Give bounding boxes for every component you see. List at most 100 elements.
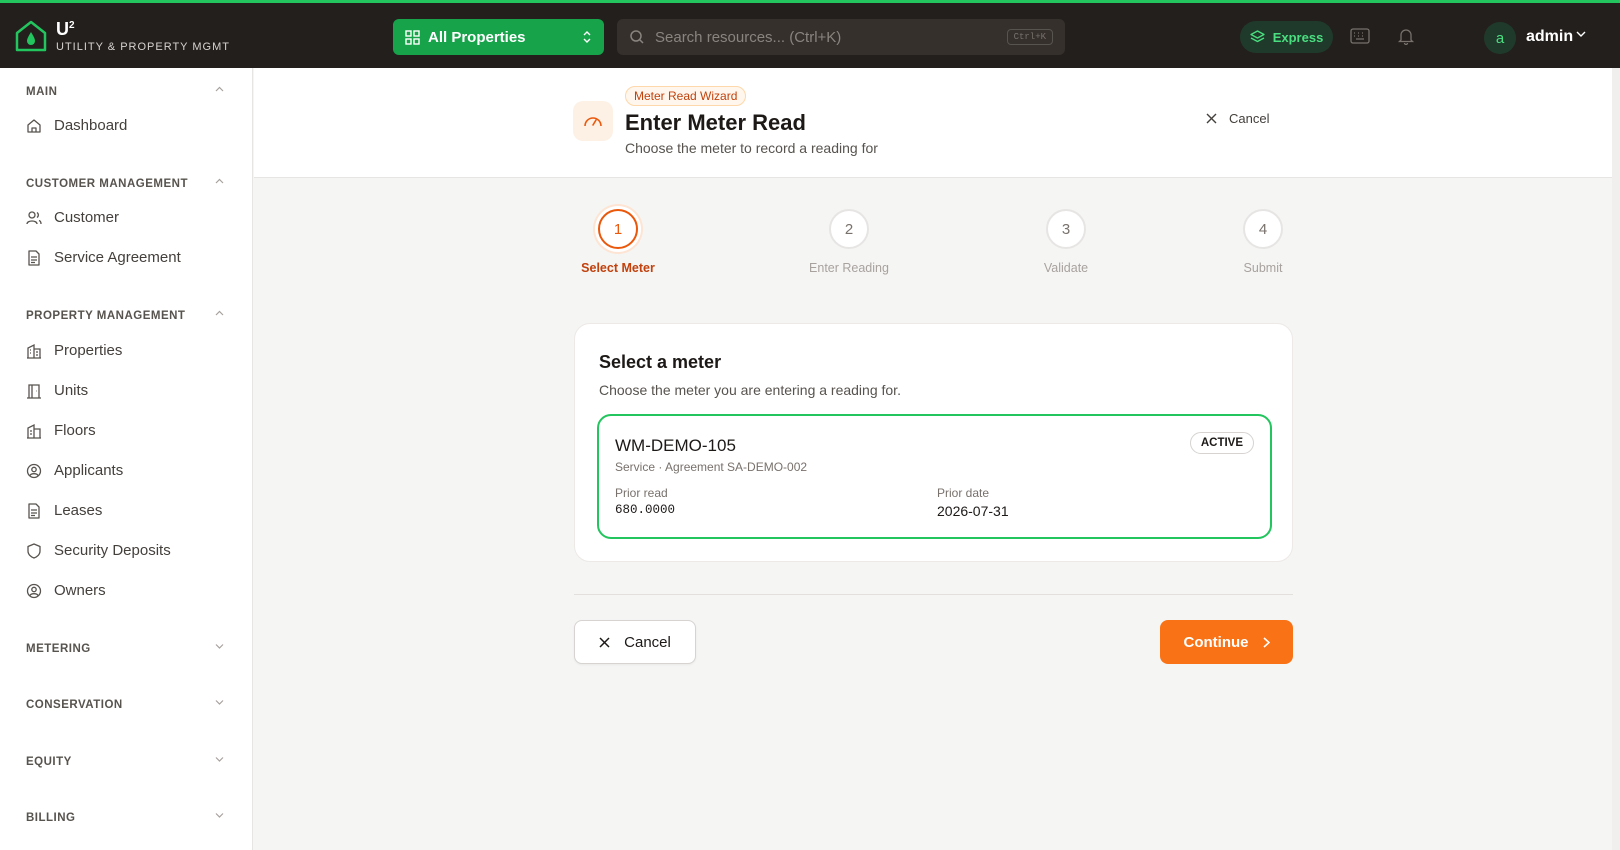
search-input[interactable] — [655, 28, 1007, 46]
user-circle-icon — [26, 583, 42, 598]
door-icon — [27, 383, 41, 399]
header-cancel-button[interactable]: Cancel — [1206, 111, 1269, 126]
chevron-down-icon[interactable] — [1576, 31, 1586, 38]
sidebar-item-applicants[interactable]: Applicants — [26, 462, 123, 479]
sidebar-item-security-deposits[interactable]: Security Deposits — [26, 542, 171, 559]
step-label: Select Meter — [581, 261, 655, 275]
sidebar-item-label: Applicants — [54, 462, 124, 479]
prior-read-label: Prior read — [615, 486, 668, 500]
section-title: BILLING — [26, 812, 76, 824]
sidebar-item-floors[interactable]: Floors — [26, 422, 96, 439]
layers-icon — [1250, 29, 1265, 42]
chevron-down-icon — [215, 644, 224, 649]
users-icon — [26, 210, 42, 224]
step-select-meter: 1 Select Meter — [558, 209, 678, 275]
divider — [574, 594, 1293, 595]
sidebar-item-dashboard[interactable]: Dashboard — [26, 117, 127, 134]
card-title: Select a meter — [599, 352, 722, 372]
building-icon — [27, 343, 41, 359]
sidebar-item-customer[interactable]: Customer — [26, 209, 119, 226]
property-selector-label: All Properties — [428, 28, 526, 46]
chevron-down-icon — [215, 757, 224, 762]
chevron-down-icon — [215, 813, 224, 818]
search-icon — [630, 30, 644, 44]
shield-icon — [27, 542, 41, 559]
status-badge: ACTIVE — [1189, 432, 1254, 454]
user-circle-icon — [26, 463, 42, 478]
property-selector[interactable]: All Properties — [393, 19, 604, 55]
sidebar-item-service-agreement[interactable]: Service Agreement — [26, 249, 181, 266]
sidebar-item-label: Dashboard — [54, 117, 128, 134]
document-icon — [28, 249, 40, 266]
prior-date-label: Prior date — [937, 486, 990, 500]
section-header-billing[interactable]: BILLING — [26, 812, 224, 824]
sidebar-item-label: Properties — [54, 342, 123, 359]
house-drop-logo-icon[interactable] — [14, 19, 48, 53]
document-icon — [28, 502, 40, 519]
sidebar-item-label: Units — [54, 382, 89, 399]
step-number: 1 — [598, 209, 638, 249]
step-submit: 4 Submit — [1203, 209, 1323, 275]
section-header-main[interactable]: MAIN — [26, 86, 224, 98]
section-title: CONSERVATION — [26, 699, 123, 711]
wizard-header — [254, 68, 1620, 178]
search-shortcut-hint: Ctrl+K — [1006, 29, 1053, 45]
sidebar-item-label: Floors — [54, 422, 96, 439]
sidebar-item-label: Owners — [54, 582, 106, 599]
sidebar-item-properties[interactable]: Properties — [26, 342, 122, 359]
keyboard-icon[interactable] — [1350, 28, 1370, 44]
chevron-up-icon — [215, 178, 224, 184]
step-validate: 3 Validate — [1006, 209, 1126, 275]
cancel-button[interactable]: Cancel — [574, 620, 696, 664]
section-header-property-management[interactable]: PROPERTY MANAGEMENT — [26, 310, 224, 322]
chevron-up-icon — [215, 86, 224, 92]
section-title: MAIN — [26, 86, 58, 98]
step-number: 3 — [1046, 209, 1086, 249]
sidebar: MAIN Dashboard CUSTOMER MANAGEMENT Custo… — [0, 68, 253, 850]
grid-icon — [405, 29, 420, 45]
chevron-up-icon — [215, 310, 224, 316]
cancel-label: Cancel — [624, 633, 671, 651]
section-title: EQUITY — [26, 756, 72, 768]
page-subtitle: Choose the meter to record a reading for — [625, 140, 878, 156]
express-button[interactable]: Express — [1240, 21, 1333, 53]
section-title: PROPERTY MANAGEMENT — [26, 310, 186, 322]
brand-subtitle: UTILITY & PROPERTY MGMT — [56, 41, 230, 53]
section-header-conservation[interactable]: CONSERVATION — [26, 699, 224, 711]
floors-icon — [27, 423, 41, 439]
header-cancel-label: Cancel — [1229, 111, 1270, 126]
card-subtitle: Choose the meter you are entering a read… — [599, 382, 901, 398]
brand-logo-text: U2 — [56, 19, 75, 39]
continue-label: Continue — [1183, 633, 1249, 651]
meter-id: WM-DEMO-105 — [615, 436, 736, 455]
avatar[interactable]: a — [1484, 22, 1516, 54]
sidebar-item-label: Leases — [54, 502, 103, 519]
step-label: Submit — [1243, 261, 1283, 275]
meter-agreement: Service · Agreement SA-DEMO-002 — [615, 460, 808, 474]
step-label: Validate — [1043, 261, 1089, 275]
sidebar-item-units[interactable]: Units — [26, 382, 88, 399]
sidebar-item-owners[interactable]: Owners — [26, 582, 106, 599]
section-header-equity[interactable]: EQUITY — [26, 756, 224, 768]
gauge-icon — [573, 101, 613, 141]
close-icon — [599, 636, 610, 648]
scrollbar[interactable] — [1612, 68, 1620, 850]
continue-button[interactable]: Continue — [1160, 620, 1293, 664]
section-title: METERING — [26, 643, 91, 655]
user-name[interactable]: admin — [1526, 28, 1573, 46]
sidebar-item-label: Security Deposits — [54, 542, 171, 559]
section-header-metering[interactable]: METERING — [26, 643, 224, 655]
step-number: 4 — [1243, 209, 1283, 249]
search-bar[interactable]: Ctrl+K — [617, 19, 1065, 55]
chevron-down-icon — [215, 700, 224, 705]
prior-read-value: 680.0000 — [615, 503, 676, 517]
close-icon — [1206, 113, 1217, 124]
section-header-customer-management[interactable]: CUSTOMER MANAGEMENT — [26, 178, 224, 190]
select-meter-card: Select a meter Choose the meter you are … — [574, 323, 1293, 562]
meter-option[interactable]: WM-DEMO-105 Service · Agreement SA-DEMO-… — [597, 414, 1272, 539]
sidebar-item-leases[interactable]: Leases — [26, 502, 102, 519]
bell-icon[interactable] — [1397, 27, 1415, 45]
top-bar: U2 UTILITY & PROPERTY MGMT All Propertie… — [0, 0, 1620, 68]
step-enter-reading: 2 Enter Reading — [789, 209, 909, 275]
wizard-badge: Meter Read Wizard — [625, 86, 747, 106]
